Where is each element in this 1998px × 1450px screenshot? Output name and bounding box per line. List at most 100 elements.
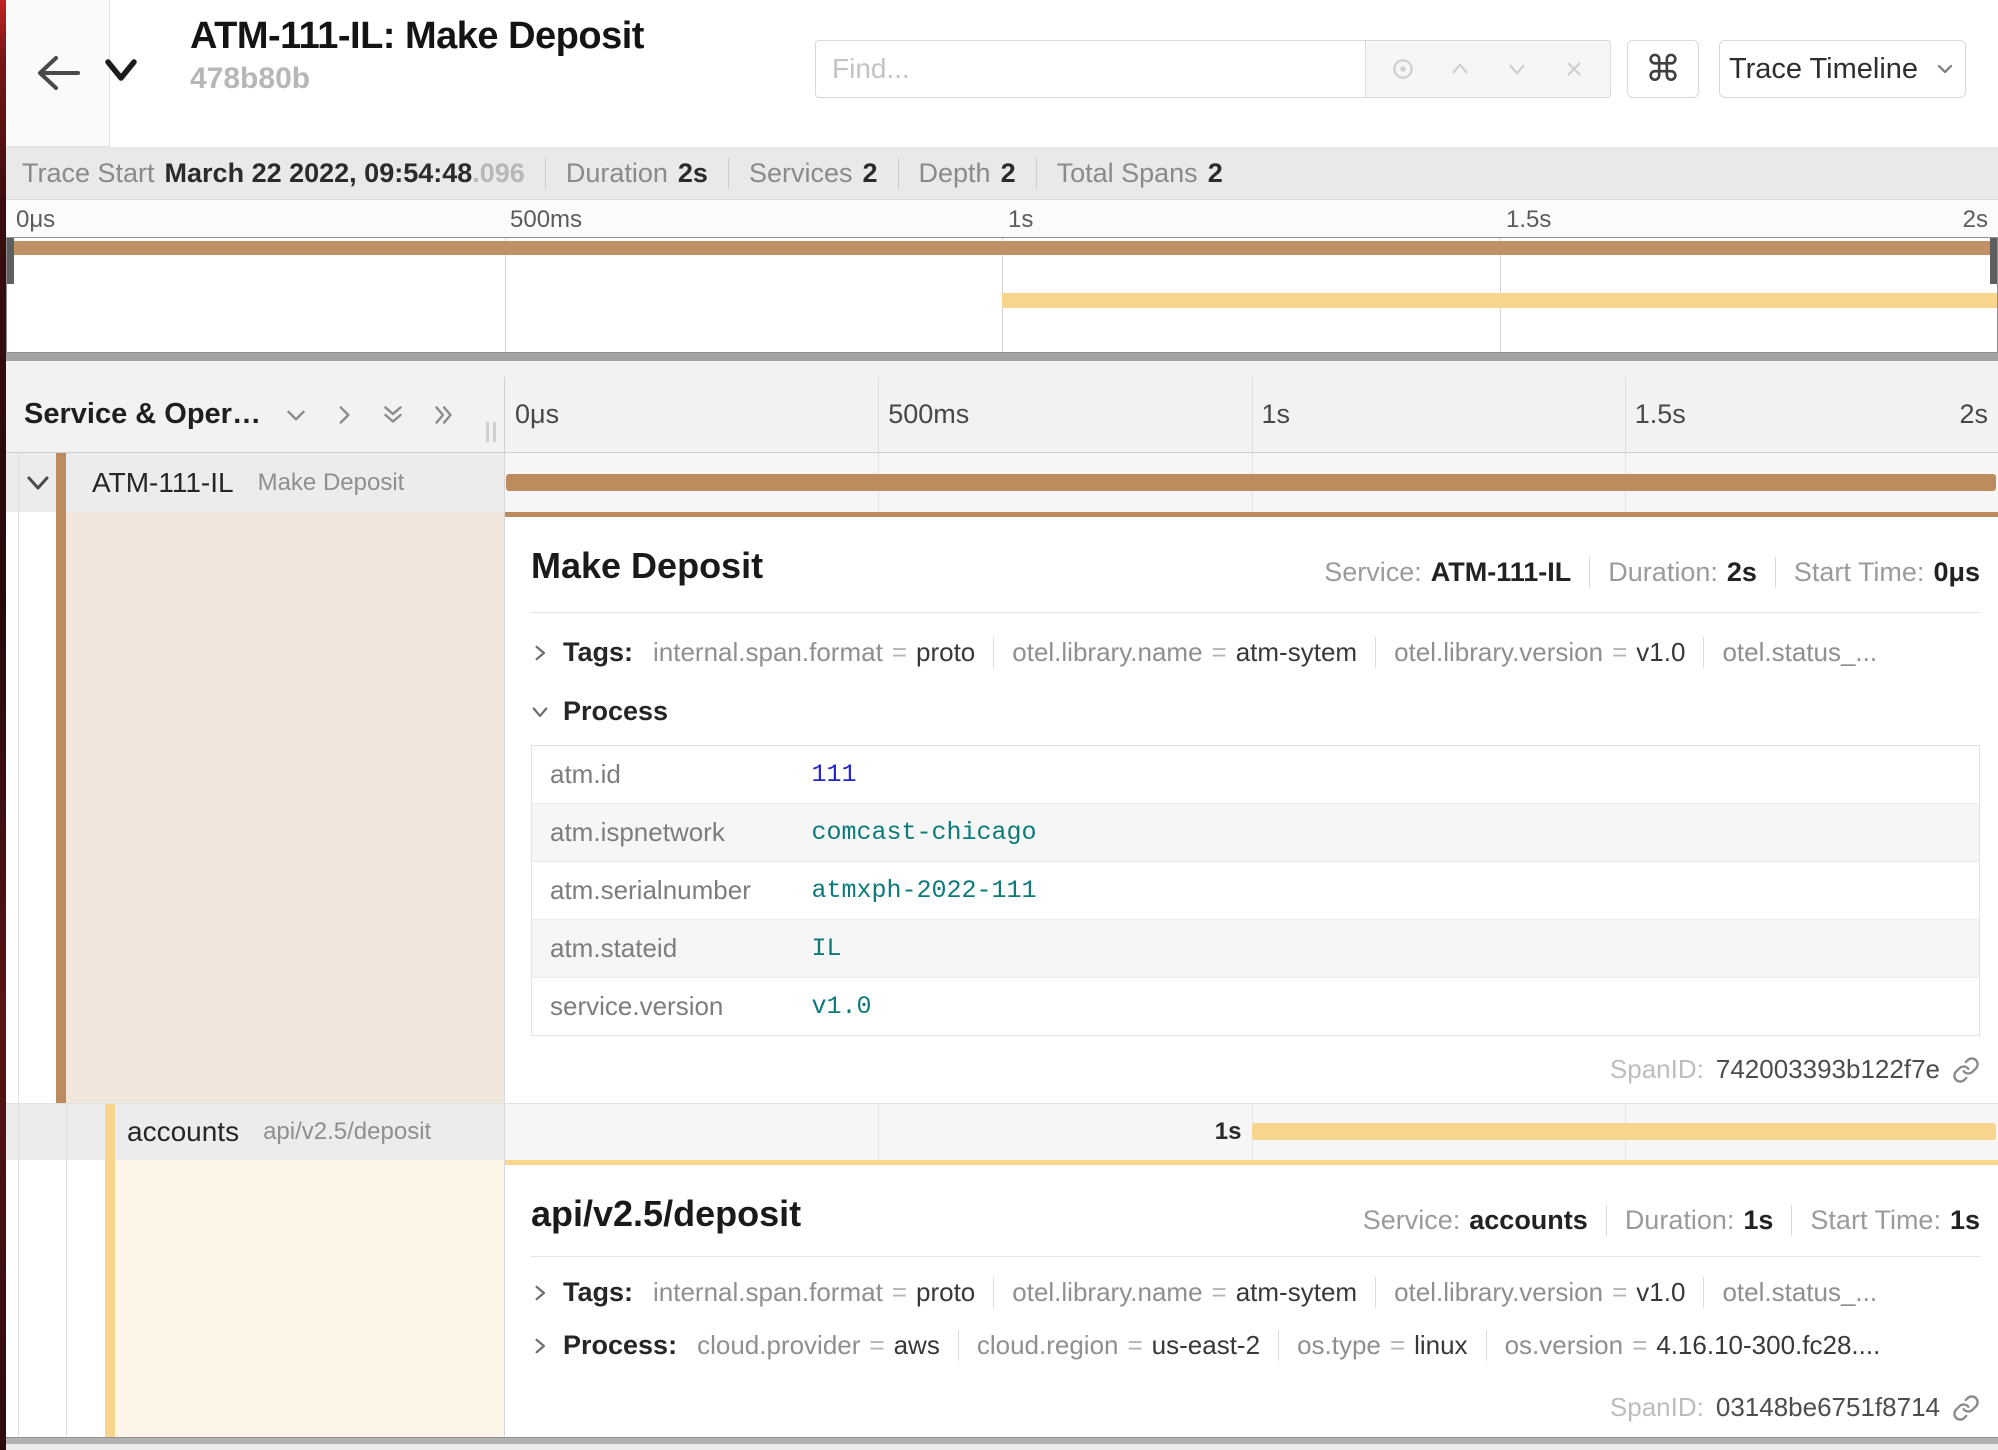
tag: otel.library.version = v1.0 (1375, 1277, 1685, 1308)
prev-match-icon[interactable] (1447, 56, 1473, 82)
process-toggle[interactable]: Process (531, 696, 1980, 727)
span-start-label: 1s (1215, 1118, 1242, 1146)
ruler-tick: 1s (1262, 399, 1291, 430)
gridline (66, 1104, 67, 1160)
minimap-bottom-border (6, 353, 1998, 361)
back-button[interactable] (30, 48, 86, 98)
summary-duration: Duration 2s (545, 158, 708, 189)
service-name: ATM-111-IL (92, 467, 234, 499)
link-icon[interactable] (1952, 1394, 1980, 1422)
span-detail-panel-accounts: api/v2.5/deposit Service: accounts Durat… (505, 1160, 1998, 1437)
span-bar-atm[interactable] (506, 474, 1996, 491)
next-match-icon[interactable] (1504, 56, 1530, 82)
table-row: atm.serialnumber atmxph-2022-111 (532, 862, 1980, 920)
tags-toggle[interactable]: Tags: internal.span.format = proto otel.… (531, 1277, 1980, 1308)
keyboard-shortcuts-button[interactable]: ⌘ (1627, 40, 1699, 98)
service-operation-title: Service & Oper… (24, 398, 261, 431)
minimap-canvas[interactable] (6, 237, 1998, 353)
clear-find-icon[interactable] (1561, 56, 1587, 82)
view-selector-label: Trace Timeline (1729, 53, 1918, 86)
summary-services: Services 2 (728, 158, 878, 189)
span-meta: Service: accounts Duration: 1s Start Tim… (1363, 1193, 1980, 1236)
span-operation-title: Make Deposit (531, 545, 763, 587)
find-input[interactable] (815, 40, 1366, 98)
span-detail-tint (115, 1160, 504, 1437)
spacer (6, 361, 1998, 377)
chevron-down-icon (531, 703, 549, 721)
gridline (505, 238, 506, 352)
service-color-indicator (56, 453, 66, 512)
view-selector-button[interactable]: Trace Timeline (1719, 40, 1966, 98)
chevron-right-icon (531, 644, 549, 662)
span-operation-title: api/v2.5/deposit (531, 1193, 801, 1235)
expand-one-icon[interactable] (331, 402, 357, 428)
collapse-trace-chevron-icon[interactable] (104, 58, 138, 89)
service-name: accounts (127, 1116, 239, 1148)
span-name-cell-accounts[interactable]: accounts api/v2.5/deposit (6, 1104, 505, 1160)
gridline (66, 1160, 67, 1437)
span-row-atm[interactable]: ATM-111-IL Make Deposit (6, 453, 1998, 512)
gridline (18, 512, 19, 1103)
trace-page: ATM-111-IL: Make Deposit 478b80b ⌘ (6, 0, 1998, 1450)
back-panel (6, 0, 110, 147)
collapse-all-icon[interactable] (379, 402, 407, 428)
span-detail-panel-atm: Make Deposit Service: ATM-111-IL Duratio… (505, 512, 1998, 1103)
trace-id: 478b80b (190, 62, 644, 96)
tag: otel.library.name = atm-sytem (993, 1277, 1357, 1308)
span-detail-accounts: api/v2.5/deposit Service: accounts Durat… (6, 1160, 1998, 1437)
timeline-minimap[interactable]: 0μs 500ms 1s 1.5s 2s (6, 200, 1998, 361)
meta-start-time: Start Time: 0μs (1775, 557, 1980, 588)
minimap-tick-labels: 0μs 500ms 1s 1.5s 2s (6, 200, 1998, 237)
span-id-row: SpanID: 03148be6751f8714 (1610, 1392, 1980, 1423)
bottom-scroll-strip[interactable] (6, 1437, 1998, 1450)
gridline (878, 1104, 879, 1160)
meta-duration: Duration: 2s (1589, 557, 1757, 588)
process-toggle[interactable]: Process: cloud.provider = aws cloud.regi… (531, 1330, 1980, 1361)
gridline (1252, 377, 1253, 452)
span-detail-indent-column (6, 1160, 505, 1437)
minimap-tick: 500ms (510, 206, 582, 234)
tag: internal.span.format = proto (653, 637, 975, 668)
minimap-left-handle[interactable] (7, 238, 14, 284)
ruler-tick: 500ms (888, 399, 969, 430)
tag: cloud.provider = aws (697, 1330, 940, 1361)
gridline (1625, 377, 1626, 452)
tag: otel.library.name = atm-sytem (993, 637, 1357, 668)
timeline-ruler: 0μs 500ms 1s 1.5s 2s (505, 377, 1998, 452)
column-resizer[interactable] (486, 422, 496, 442)
expand-all-icon[interactable] (429, 402, 457, 428)
chevron-right-icon (531, 1284, 549, 1302)
collapse-span-chevron-icon[interactable] (26, 475, 50, 491)
span-detail-atm: Make Deposit Service: ATM-111-IL Duratio… (6, 512, 1998, 1103)
tag: os.type = linux (1278, 1330, 1468, 1361)
span-track-accounts[interactable]: 1s (505, 1104, 1998, 1160)
minimap-tick: 0μs (16, 206, 55, 234)
span-track-atm[interactable] (505, 453, 1998, 512)
find-toolbar (1366, 40, 1611, 98)
tag: internal.span.format = proto (653, 1277, 975, 1308)
tags-label: Tags: (563, 1277, 633, 1308)
span-detail-header: api/v2.5/deposit Service: accounts Durat… (531, 1165, 1980, 1236)
service-color-indicator (105, 1104, 115, 1160)
span-bar-accounts[interactable] (1252, 1123, 1997, 1140)
minimap-tick: 1.5s (1506, 206, 1551, 234)
minimap-span-bar-atm (7, 241, 1997, 255)
collapse-one-icon[interactable] (283, 402, 309, 428)
summary-trace-start: Trace Start March 22 2022, 09:54:48 .096 (22, 158, 525, 189)
tags-toggle[interactable]: Tags: internal.span.format = proto otel.… (531, 637, 1980, 668)
minimap-right-handle[interactable] (1990, 238, 1997, 284)
span-name-cell-atm[interactable]: ATM-111-IL Make Deposit (6, 453, 505, 512)
link-icon[interactable] (1952, 1056, 1980, 1084)
focus-match-icon[interactable] (1390, 56, 1416, 82)
process-label: Process: (563, 1330, 677, 1361)
summary-total-spans: Total Spans 2 (1036, 158, 1223, 189)
trace-summary-bar: Trace Start March 22 2022, 09:54:48 .096… (6, 147, 1998, 200)
process-key-value-table: atm.id 111 atm.ispnetwork comcast-chicag… (531, 745, 1980, 1036)
span-row-accounts[interactable]: accounts api/v2.5/deposit 1s (6, 1103, 1998, 1160)
tag-truncated: otel.status_... (1703, 637, 1877, 668)
tag: os.version = 4.16.10-300.fc28.... (1486, 1330, 1881, 1361)
divider (531, 1256, 1980, 1257)
span-id-row: SpanID: 742003393b122f7e (1610, 1054, 1980, 1085)
gridline (18, 1104, 19, 1160)
minimap-tick: 2s (1963, 206, 1988, 234)
